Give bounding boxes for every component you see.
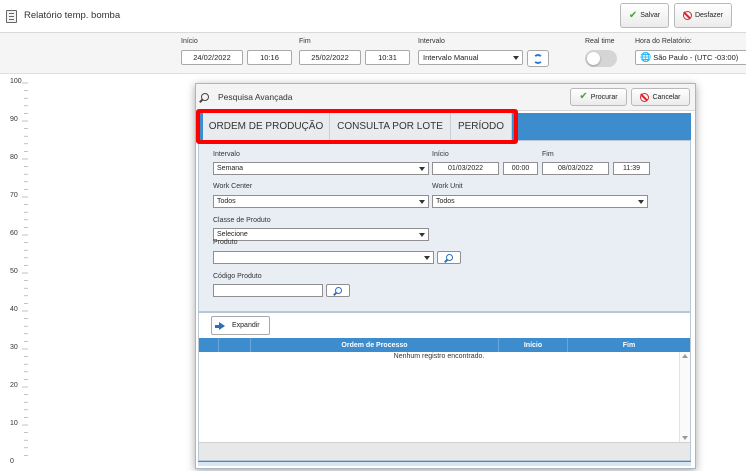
search-form-panel: Intervalo Semana Início 01/03/2022 00:00… xyxy=(198,140,691,312)
start-time-input[interactable]: 10:16 xyxy=(247,50,292,65)
interval-select[interactable]: Semana xyxy=(213,162,429,175)
work-center-label: Work Center xyxy=(213,183,253,190)
y-tick-label: 40 xyxy=(10,306,18,313)
y-tick-label: 70 xyxy=(10,192,18,199)
cancel-button[interactable]: Cancelar xyxy=(631,88,690,106)
work-unit-label: Work Unit xyxy=(432,183,463,190)
end-time-input[interactable]: 10:31 xyxy=(365,50,410,65)
start-date-input[interactable]: 24/02/2022 xyxy=(181,50,243,65)
chevron-down-icon xyxy=(419,233,425,237)
y-tick-label: 80 xyxy=(10,154,18,161)
end-label: Fim xyxy=(299,38,311,45)
end-date-input[interactable]: 25/02/2022 xyxy=(299,50,361,65)
timezone-label: Hora do Relatório: xyxy=(635,38,692,45)
work-center-select-value: Todos xyxy=(217,198,236,205)
arrow-right-icon xyxy=(215,322,225,330)
scroll-down-icon[interactable] xyxy=(682,436,688,440)
end-date-input[interactable]: 08/03/2022 xyxy=(542,162,609,175)
product-class-select[interactable]: Selecione xyxy=(213,228,429,241)
chevron-down-icon xyxy=(419,200,425,204)
interval-select[interactable]: Intervalo Manual xyxy=(418,50,523,65)
grid-col-expand[interactable] xyxy=(219,338,251,352)
chevron-down-icon xyxy=(638,200,644,204)
checkmark-icon: ✔ xyxy=(628,9,638,21)
refresh-icon xyxy=(533,54,543,64)
grid-footer xyxy=(199,442,690,460)
dialog-header: Pesquisa Avançada ✔ Procurar Cancelar xyxy=(196,84,695,111)
start-label: Início xyxy=(432,151,449,158)
y-tick-label: 60 xyxy=(10,230,18,237)
product-code-input[interactable] xyxy=(213,284,323,297)
tab-ordem-de-producao[interactable]: ORDEM DE PRODUÇÃO xyxy=(203,113,330,140)
interval-label: Intervalo xyxy=(418,38,445,45)
end-label: Fim xyxy=(542,151,554,158)
results-area: Expandir Ordem de Processo Início Fim Ne… xyxy=(198,312,691,461)
end-time-input[interactable]: 11:39 xyxy=(613,162,650,175)
dialog-bottom-bar xyxy=(198,461,691,466)
y-tick-label: 100 xyxy=(10,78,22,85)
checkmark-icon: ✔ xyxy=(579,91,588,102)
undo-button-label: Desfazer xyxy=(694,12,723,19)
save-button[interactable]: ✔ Salvar xyxy=(620,3,669,28)
y-tick-label: 90 xyxy=(10,116,18,123)
globe-icon: 🌐 xyxy=(640,52,652,62)
grid-col-select[interactable] xyxy=(199,338,219,352)
dialog-title: Pesquisa Avançada xyxy=(218,92,293,102)
advanced-search-dialog: Pesquisa Avançada ✔ Procurar Cancelar OR… xyxy=(195,83,696,469)
scroll-up-icon[interactable] xyxy=(682,354,688,358)
product-search-button[interactable] xyxy=(437,251,461,264)
grid-scrollbar[interactable] xyxy=(679,352,690,442)
chevron-down-icon xyxy=(419,167,425,171)
grid-empty-message: Nenhum registro encontrado. xyxy=(393,353,485,360)
page-title: Relatório temp. bomba xyxy=(24,10,121,21)
save-button-label: Salvar xyxy=(640,12,661,19)
y-tick-label: 10 xyxy=(10,420,18,427)
y-tick-label: 0 xyxy=(10,458,14,465)
search-button-label: Procurar xyxy=(590,93,618,101)
expand-button-label: Expandir xyxy=(232,322,260,329)
realtime-label: Real time xyxy=(585,38,615,45)
y-tick-label: 20 xyxy=(10,382,18,389)
work-center-select[interactable]: Todos xyxy=(213,195,429,208)
realtime-toggle[interactable] xyxy=(585,50,617,67)
start-time-input[interactable]: 00:00 xyxy=(503,162,538,175)
timezone-select-value: São Paulo - (UTC -03:00) xyxy=(653,53,739,62)
y-tick-label: 30 xyxy=(10,344,18,351)
grid-col-start[interactable]: Início xyxy=(499,338,568,352)
product-code-label: Código Produto xyxy=(213,273,262,280)
grid-header: Ordem de Processo Início Fim xyxy=(199,338,690,352)
interval-select-value: Intervalo Manual xyxy=(423,53,479,62)
prohibited-icon xyxy=(640,92,650,102)
search-icon xyxy=(201,93,209,101)
product-select[interactable] xyxy=(213,251,434,264)
product-code-search-button[interactable] xyxy=(326,284,350,297)
timezone-select[interactable]: 🌐 São Paulo - (UTC -03:00) xyxy=(635,50,746,65)
interval-select-value: Semana xyxy=(217,165,244,172)
chevron-down-icon xyxy=(424,256,430,260)
grid-col-end[interactable]: Fim xyxy=(568,338,690,352)
chevron-down-icon xyxy=(513,56,519,60)
tab-consulta-por-lote[interactable]: CONSULTA POR LOTE xyxy=(330,113,451,140)
product-class-select-value: Selecione xyxy=(217,231,248,238)
top-bar: Relatório temp. bomba ✔ Salvar Desfazer xyxy=(0,0,746,33)
interval-label: Intervalo xyxy=(213,151,240,158)
expand-button[interactable]: Expandir xyxy=(211,316,270,335)
work-unit-select-value: Todos xyxy=(436,198,455,205)
undo-button[interactable]: Desfazer xyxy=(674,3,732,28)
work-unit-select[interactable]: Todos xyxy=(432,195,648,208)
prohibited-icon xyxy=(682,11,692,20)
product-label: Produto xyxy=(213,239,238,246)
start-date-input[interactable]: 01/03/2022 xyxy=(432,162,499,175)
search-button[interactable]: ✔ Procurar xyxy=(570,88,627,106)
report-icon xyxy=(6,10,17,23)
tab-periodo[interactable]: PERÍODO xyxy=(451,113,512,140)
y-tick-label: 50 xyxy=(10,268,18,275)
refresh-button[interactable] xyxy=(527,50,549,67)
cancel-button-label: Cancelar xyxy=(652,93,681,101)
product-class-label: Classe de Produto xyxy=(213,217,271,224)
start-label: Início xyxy=(181,38,198,45)
grid-col-process-order[interactable]: Ordem de Processo xyxy=(251,338,499,352)
